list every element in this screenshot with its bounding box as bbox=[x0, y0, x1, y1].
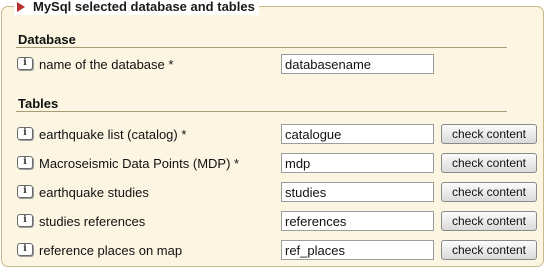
database-section-divider bbox=[16, 47, 507, 48]
database-name-row: i name of the database * bbox=[2, 54, 545, 76]
references-table-input[interactable] bbox=[281, 211, 434, 231]
info-icon[interactable]: i bbox=[17, 243, 33, 256]
check-content-button[interactable]: check content bbox=[441, 124, 537, 144]
info-icon[interactable]: i bbox=[17, 185, 33, 198]
mdp-table-label: Macroseismic Data Points (MDP) * bbox=[39, 156, 240, 171]
check-content-button[interactable]: check content bbox=[441, 182, 537, 202]
collapse-triangle-icon[interactable] bbox=[17, 2, 25, 12]
studies-table-input[interactable] bbox=[281, 182, 434, 202]
check-content-button[interactable]: check content bbox=[441, 240, 537, 260]
panel-title: MySql selected database and tables bbox=[33, 0, 255, 14]
studies-table-row: i earthquake studies check content bbox=[2, 182, 545, 204]
database-name-label: name of the database * bbox=[39, 57, 174, 72]
tables-section-divider bbox=[16, 111, 507, 112]
mysql-settings-panel: MySql selected database and tables Datab… bbox=[1, 0, 545, 267]
database-section-title: Database bbox=[18, 32, 76, 47]
references-table-row: i studies references check content bbox=[2, 211, 545, 233]
ref-places-table-input[interactable] bbox=[281, 240, 434, 260]
check-content-button[interactable]: check content bbox=[441, 153, 537, 173]
mdp-table-input[interactable] bbox=[281, 153, 434, 173]
catalog-table-row: i earthquake list (catalog) * check cont… bbox=[2, 124, 545, 146]
ref-places-table-label: reference places on map bbox=[39, 243, 183, 258]
mdp-table-row: i Macroseismic Data Points (MDP) * check… bbox=[2, 153, 545, 175]
catalog-table-label: earthquake list (catalog) * bbox=[39, 127, 187, 142]
ref-places-table-row: i reference places on map check content bbox=[2, 240, 545, 262]
database-name-input[interactable] bbox=[281, 54, 434, 74]
studies-table-label: earthquake studies bbox=[39, 185, 149, 200]
check-content-button[interactable]: check content bbox=[441, 211, 537, 231]
info-icon[interactable]: i bbox=[17, 156, 33, 169]
info-icon[interactable]: i bbox=[17, 214, 33, 227]
references-table-label: studies references bbox=[39, 214, 146, 229]
tables-section-title: Tables bbox=[18, 96, 59, 111]
catalog-table-input[interactable] bbox=[281, 124, 434, 144]
info-icon[interactable]: i bbox=[17, 127, 33, 140]
info-icon[interactable]: i bbox=[17, 57, 33, 70]
panel-legend[interactable]: MySql selected database and tables bbox=[14, 0, 259, 15]
